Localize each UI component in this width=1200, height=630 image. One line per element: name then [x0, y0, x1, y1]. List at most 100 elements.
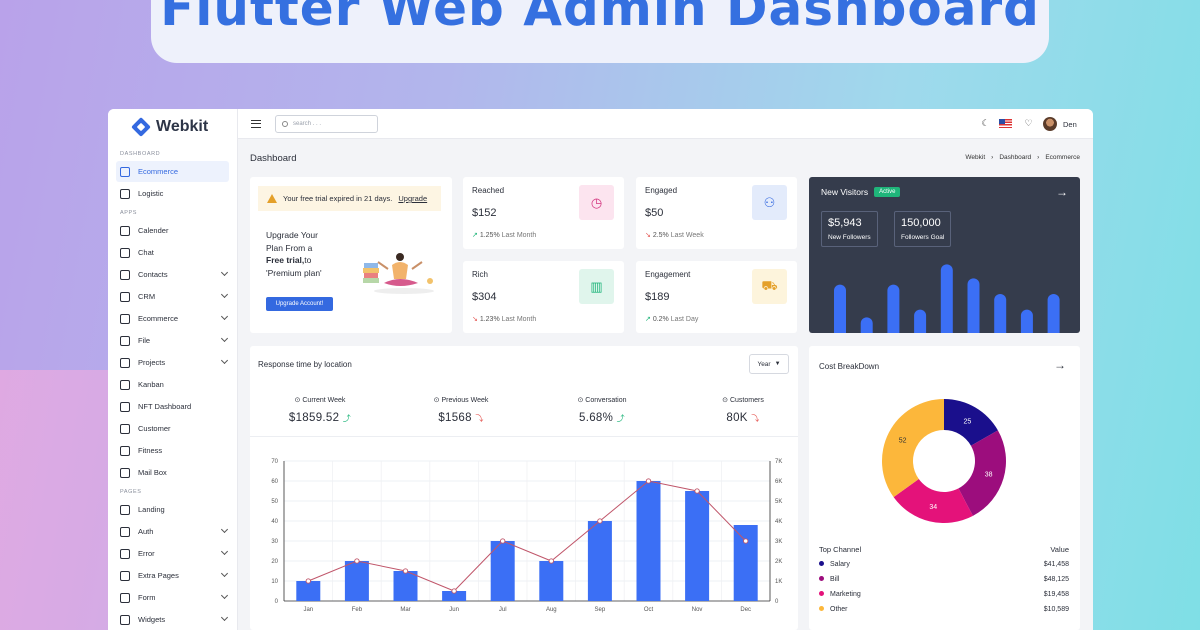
y2-tick-label: 3K [775, 539, 782, 545]
stat-value: $50 [645, 207, 664, 219]
legend-dot [819, 591, 824, 596]
table-row: Marketing $19,458 [819, 587, 1069, 602]
legend-dot [819, 561, 824, 566]
y2-tick-label: 4K [775, 519, 782, 525]
line-point [305, 578, 311, 584]
sidebar-item-error[interactable]: Error [116, 543, 229, 564]
sidebar-item-customer[interactable]: Customer [116, 418, 229, 439]
chart-bar [296, 581, 321, 601]
menu-icon[interactable] [251, 120, 261, 128]
breadcrumb-item[interactable]: Webkit [965, 154, 985, 161]
widgets-icon [120, 614, 130, 625]
chevron-down-icon [220, 290, 229, 299]
sidebar: Webkit DASHBOARD Ecommerce Logistic APPS Cal… [108, 109, 238, 630]
chevron-right-icon: › [991, 154, 994, 161]
table-row: Salary $41,458 [819, 557, 1069, 572]
sidebar-item-label: NFT Dashboard [138, 402, 192, 411]
year-dropdown[interactable]: Year ▼ [749, 354, 789, 374]
stat-value: $304 [472, 291, 497, 303]
kpi-value: 80K [726, 412, 748, 424]
y2-tick-label: 5K [775, 499, 782, 505]
search-input[interactable]: search . . . [275, 115, 378, 133]
donut-label: 52 [899, 437, 907, 444]
sidebar-item-mail-box[interactable]: Mail Box [116, 462, 229, 483]
arrow-right-icon[interactable]: → [1054, 358, 1066, 372]
x-tick-label: Jul [499, 607, 507, 613]
sidebar-item-chat[interactable]: Chat [116, 242, 229, 263]
sidebar-item-label: Widgets [138, 615, 166, 624]
kpi-label: Conversation [585, 397, 627, 404]
channel-table: Top Channel Value Salary $41,458 Bill $48… [819, 541, 1069, 617]
nav-section-label: DASHBOARD [120, 151, 161, 157]
visitor-bar [967, 278, 980, 333]
us-flag-icon[interactable] [999, 119, 1012, 128]
auth-icon [120, 526, 130, 537]
sidebar-item-label: Extra Pages [138, 571, 179, 580]
kpi-label: Previous Week [441, 397, 489, 404]
stat-period: Last Month [501, 232, 537, 239]
chart-bar [393, 571, 418, 601]
sidebar-item-form[interactable]: Form [116, 587, 229, 608]
sidebar-item-label: Chat [138, 248, 154, 257]
kpi-value: 5.68% [579, 412, 614, 424]
bell-icon[interactable]: ♡ [1024, 119, 1033, 128]
chevron-down-icon [220, 312, 229, 321]
sidebar-item-landing[interactable]: Landing [116, 499, 229, 520]
breadcrumb-item[interactable]: Dashboard [999, 154, 1031, 161]
stat-change-value: 2.5% [652, 232, 669, 239]
banner-title: Flutter Web Admin Dashboard [160, 0, 1040, 37]
sidebar-item-crm[interactable]: CRM [116, 286, 229, 307]
sidebar-item-projects[interactable]: Projects [116, 352, 229, 373]
chart-bar [636, 481, 661, 601]
legend-dot [819, 576, 824, 581]
sidebar-item-calender[interactable]: Calender [116, 220, 229, 241]
sidebar-item-widgets[interactable]: Widgets [116, 609, 229, 630]
y2-tick-label: 1K [775, 579, 782, 585]
sidebar-item-ecommerce[interactable]: Ecommerce [116, 161, 229, 182]
breadcrumb-item: Ecommerce [1045, 154, 1080, 161]
brand-name: Webkit [156, 118, 209, 135]
chevron-down-icon [220, 525, 229, 534]
visitor-bar [994, 294, 1007, 333]
y-tick-label: 50 [271, 499, 278, 505]
x-tick-label: Oct [644, 607, 654, 613]
sidebar-item-logistic[interactable]: Logistic [116, 183, 229, 204]
visitor-bar [940, 264, 953, 333]
upgrade-account-button[interactable]: Upgrade Account! [266, 297, 333, 311]
breadcrumb: Webkit › Dashboard › Ecommerce [965, 154, 1080, 161]
sidebar-item-nft-dashboard[interactable]: NFT Dashboard [116, 396, 229, 417]
channel-value: $41,458 [1043, 561, 1069, 568]
channel-name: Bill [830, 576, 840, 583]
chart-bar [539, 561, 564, 601]
stat-value: $152 [472, 207, 497, 219]
chart-bar [733, 525, 758, 601]
calender-icon [120, 225, 130, 236]
form-icon [120, 592, 130, 603]
sidebar-item-auth[interactable]: Auth [116, 521, 229, 542]
sidebar-item-label: CRM [138, 292, 156, 301]
sidebar-item-kanban[interactable]: Kanban [116, 374, 229, 395]
user-name[interactable]: Den [1063, 120, 1077, 129]
sidebar-item-extra-pages[interactable]: Extra Pages [116, 565, 229, 586]
sidebar-item-fitness[interactable]: Fitness [116, 440, 229, 461]
crm-icon [120, 291, 130, 302]
trend-up-icon: ⤴ [616, 414, 625, 423]
nav-section-label: APPS [120, 210, 138, 216]
sidebar-item-contacts[interactable]: Contacts [116, 264, 229, 285]
page-title: Dashboard [250, 153, 297, 164]
sidebar-item-ecommerce[interactable]: Ecommerce [116, 308, 229, 329]
logo[interactable]: Webkit [108, 109, 237, 145]
info-icon: ⊙ [722, 397, 729, 404]
moon-icon[interactable]: ☾ [981, 119, 990, 128]
sidebar-item-label: Calender [138, 226, 169, 235]
stat-period: Last Week [670, 232, 704, 239]
upgrade-link[interactable]: Upgrade [398, 194, 427, 203]
y-tick-label: 20 [271, 559, 278, 565]
trend-up-icon: ↗ [645, 316, 651, 323]
topbar: search . . . ☾ ♡ Den [238, 109, 1093, 139]
y-tick-label: 60 [271, 479, 278, 485]
sidebar-item-file[interactable]: File [116, 330, 229, 351]
header-value: Value [1050, 544, 1069, 554]
x-tick-label: Aug [546, 607, 557, 613]
avatar[interactable] [1043, 117, 1057, 131]
